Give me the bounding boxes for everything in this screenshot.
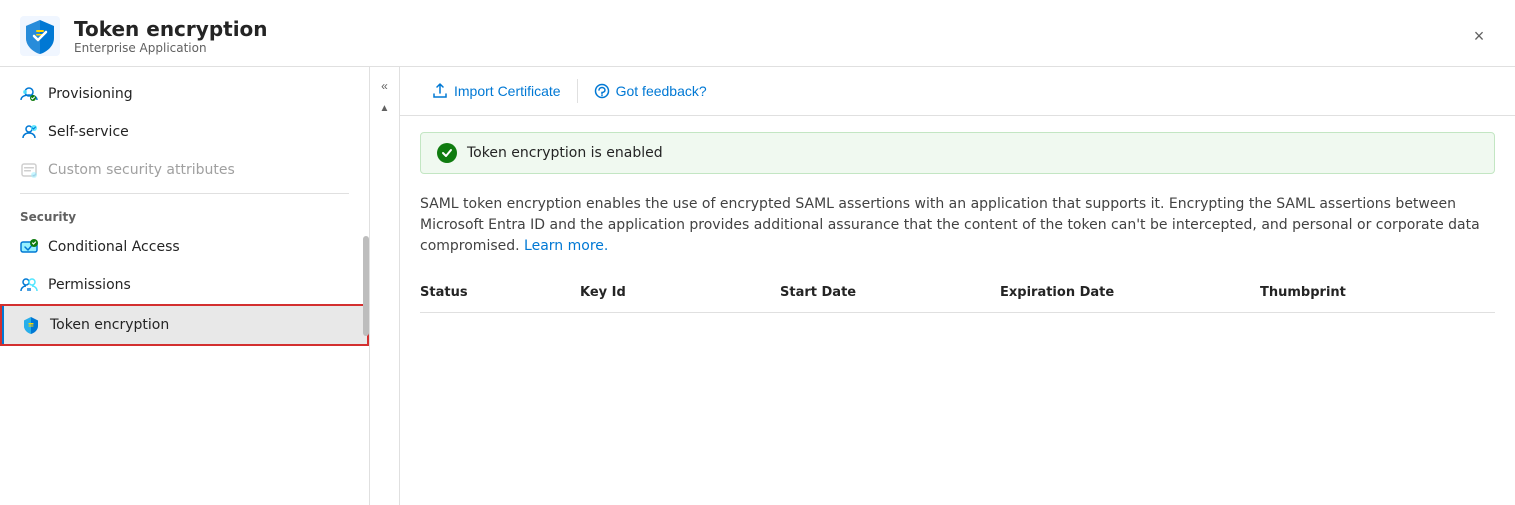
table-col-status: Status — [420, 281, 580, 304]
close-button[interactable]: × — [1463, 20, 1495, 52]
toolbar: Import Certificate Got feedback? — [400, 67, 1515, 116]
status-success-icon — [437, 143, 457, 163]
sidebar-item-permissions[interactable]: Permissions — [0, 266, 369, 304]
status-message: Token encryption is enabled — [467, 145, 663, 161]
toolbar-divider — [577, 79, 578, 103]
table-col-key-id: Key Id — [580, 281, 780, 304]
sidebar-item-token-encryption-label: Token encryption — [50, 317, 169, 333]
sidebar-item-self-service-label: Self-service — [48, 124, 129, 140]
sidebar-item-custom-security-label: Custom security attributes — [48, 162, 235, 178]
page-header: Token encryption Enterprise Application … — [0, 0, 1515, 67]
sidebar-item-self-service[interactable]: Self-service — [0, 113, 369, 151]
collapse-sidebar-button[interactable]: « — [377, 75, 392, 97]
sidebar-section-security: Security — [0, 198, 369, 228]
feedback-label: Got feedback? — [616, 83, 707, 99]
feedback-button[interactable]: Got feedback? — [582, 77, 719, 105]
self-service-icon — [20, 123, 38, 141]
sidebar-item-provisioning[interactable]: Provisioning — [0, 75, 369, 113]
custom-attr-icon — [20, 161, 38, 179]
header-text: Token encryption Enterprise Application — [74, 17, 268, 55]
description-text: SAML token encryption enables the use of… — [400, 190, 1515, 273]
sidebar-item-provisioning-label: Provisioning — [48, 86, 133, 102]
sidebar-item-permissions-label: Permissions — [48, 277, 131, 293]
table-col-expiration-date: Expiration Date — [1000, 281, 1260, 304]
checkmark-icon — [441, 147, 453, 159]
main-layout: Provisioning Self-service Custom securit… — [0, 67, 1515, 505]
azure-shield-icon — [20, 16, 60, 56]
content-area: Import Certificate Got feedback? Token — [400, 67, 1515, 505]
feedback-icon — [594, 83, 610, 99]
page-title: Token encryption — [74, 17, 268, 41]
collapse-panel: « ▲ — [370, 67, 400, 505]
import-certificate-label: Import Certificate — [454, 83, 561, 99]
page-subtitle: Enterprise Application — [74, 41, 268, 55]
token-encryption-icon — [22, 316, 40, 334]
sidebar-item-token-encryption[interactable]: Token encryption — [0, 304, 369, 346]
upload-icon — [432, 83, 448, 99]
header-left: Token encryption Enterprise Application — [20, 16, 268, 56]
sidebar-divider — [20, 193, 349, 194]
provisioning-icon — [20, 85, 38, 103]
sidebar-item-conditional-access[interactable]: Conditional Access — [0, 228, 369, 266]
status-banner: Token encryption is enabled — [420, 132, 1495, 174]
import-certificate-button[interactable]: Import Certificate — [420, 77, 573, 105]
table-col-start-date: Start Date — [780, 281, 1000, 304]
sidebar-item-conditional-access-label: Conditional Access — [48, 239, 180, 255]
sidebar: Provisioning Self-service Custom securit… — [0, 67, 370, 505]
permissions-icon — [20, 276, 38, 294]
sidebar-item-custom-security[interactable]: Custom security attributes — [0, 151, 369, 189]
sidebar-scrollbar[interactable] — [363, 236, 369, 336]
learn-more-link[interactable]: Learn more. — [524, 238, 608, 254]
data-table: Status Key Id Start Date Expiration Date… — [400, 273, 1515, 505]
table-col-thumbprint: Thumbprint — [1260, 281, 1495, 304]
conditional-access-icon — [20, 238, 38, 256]
table-header: Status Key Id Start Date Expiration Date… — [420, 273, 1495, 313]
scroll-up-button[interactable]: ▲ — [378, 101, 392, 116]
